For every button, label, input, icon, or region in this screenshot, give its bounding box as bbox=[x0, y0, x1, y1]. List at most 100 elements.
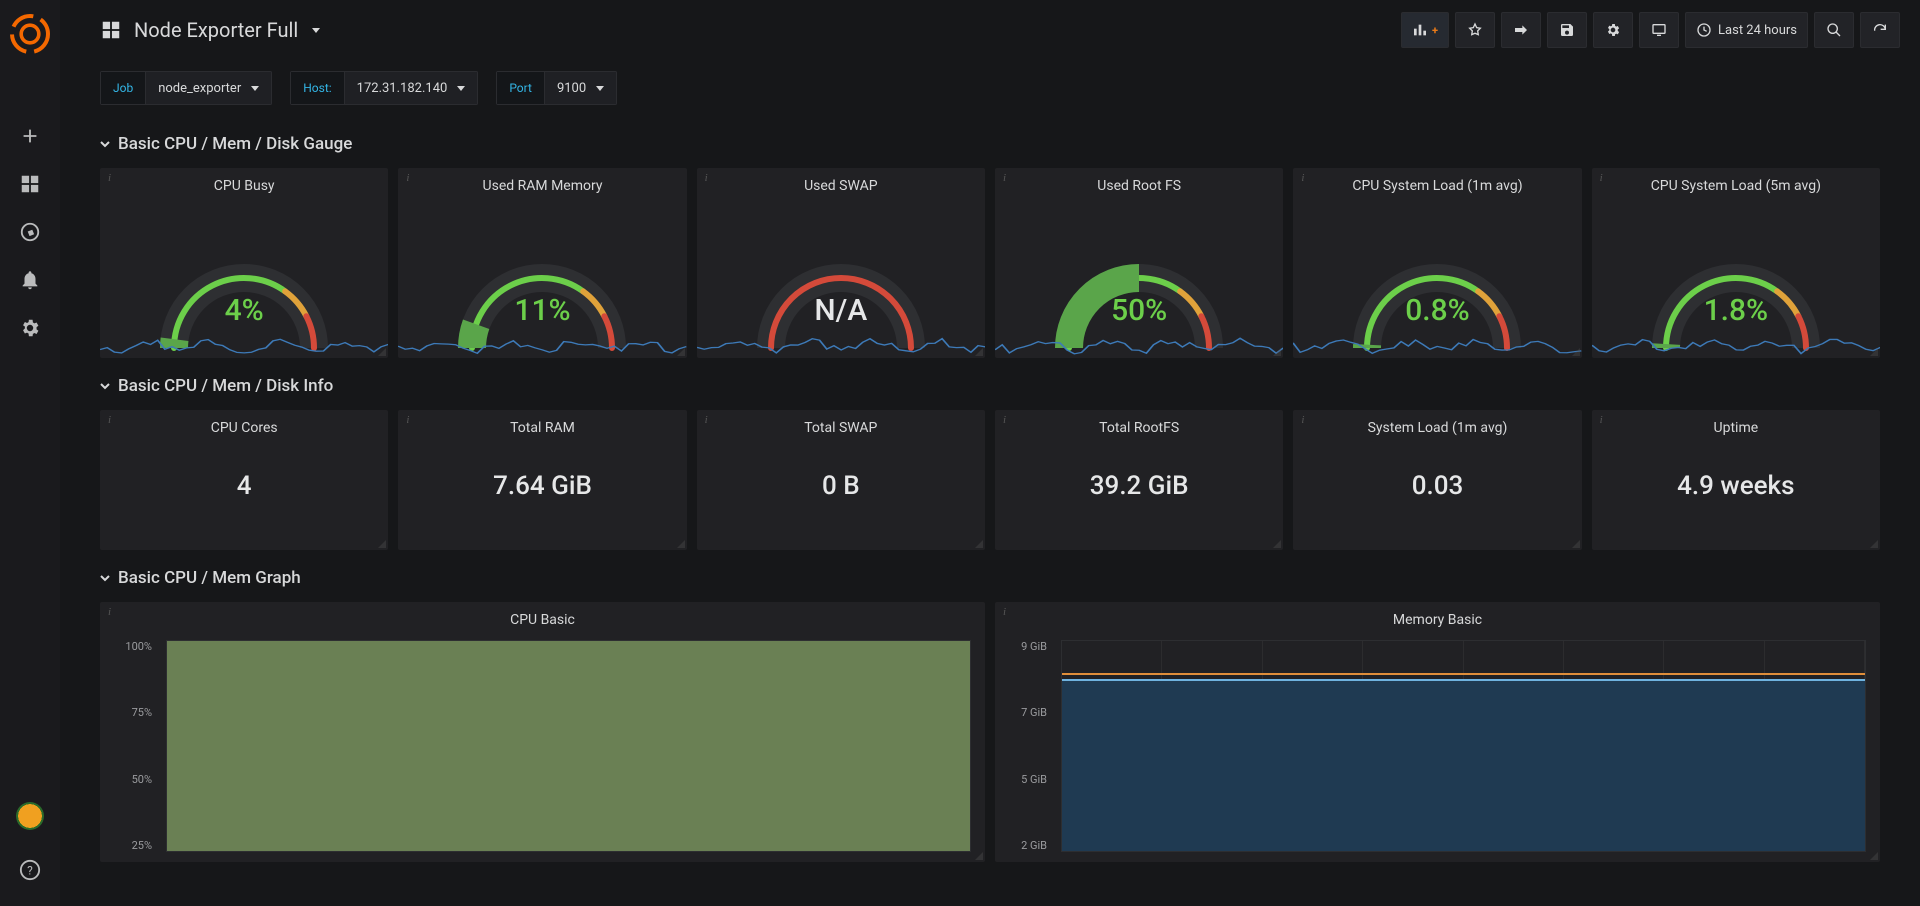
panel-cpu-basic[interactable]: i CPU Basic 100% 75% 50% 25% bbox=[100, 602, 985, 862]
panel-title: Used SWAP bbox=[697, 168, 985, 200]
user-avatar[interactable] bbox=[16, 802, 44, 830]
dashboard-title: Node Exporter Full bbox=[134, 18, 298, 42]
dashboard-title-dropdown[interactable]: Node Exporter Full bbox=[100, 18, 320, 42]
row-header-gauges[interactable]: Basic CPU / Mem / Disk Gauge bbox=[100, 134, 1880, 154]
panel-info-icon[interactable]: i bbox=[108, 172, 111, 184]
panel-stat[interactable]: i System Load (1m avg) 0.03 bbox=[1293, 410, 1581, 550]
var-port: Port 9100 bbox=[496, 71, 617, 105]
star-button[interactable] bbox=[1455, 12, 1495, 48]
save-button[interactable] bbox=[1547, 12, 1587, 48]
panel-title: CPU Cores bbox=[100, 410, 388, 442]
panel-info-icon[interactable]: i bbox=[406, 172, 409, 184]
create-icon[interactable] bbox=[0, 112, 60, 160]
topbar: Node Exporter Full + L bbox=[60, 0, 1920, 60]
var-job-label: Job bbox=[100, 71, 146, 105]
stat-value: 39.2 GiB bbox=[995, 471, 1283, 501]
panel-stat[interactable]: i Uptime 4.9 weeks bbox=[1592, 410, 1880, 550]
plus-badge-icon: + bbox=[1432, 24, 1438, 37]
panel-info-icon[interactable]: i bbox=[1003, 606, 1006, 618]
time-range-button[interactable]: Last 24 hours bbox=[1685, 12, 1808, 48]
chevron-down-icon bbox=[596, 86, 604, 91]
panel-info-icon[interactable]: i bbox=[1003, 172, 1006, 184]
panel-info-icon[interactable]: i bbox=[108, 606, 111, 618]
panel-title: CPU Busy bbox=[100, 168, 388, 200]
share-button[interactable] bbox=[1501, 12, 1541, 48]
resize-handle[interactable] bbox=[1868, 346, 1878, 356]
panel-gauge[interactable]: i Used SWAP N/A bbox=[697, 168, 985, 358]
panel-title: Memory Basic bbox=[995, 602, 1880, 634]
resize-handle[interactable] bbox=[1271, 346, 1281, 356]
panel-stat[interactable]: i CPU Cores 4 bbox=[100, 410, 388, 550]
panel-gauge[interactable]: i CPU System Load (1m avg) 0.8% bbox=[1293, 168, 1581, 358]
var-job-select[interactable]: node_exporter bbox=[146, 71, 272, 105]
resize-handle[interactable] bbox=[376, 538, 386, 548]
refresh-button[interactable] bbox=[1860, 12, 1900, 48]
alerting-icon[interactable] bbox=[0, 256, 60, 304]
configuration-icon[interactable] bbox=[0, 304, 60, 352]
y-tick: 100% bbox=[110, 640, 152, 653]
resize-handle[interactable] bbox=[675, 538, 685, 548]
resize-handle[interactable] bbox=[973, 538, 983, 548]
var-host: Host: 172.31.182.140 bbox=[290, 71, 478, 105]
plot-area[interactable] bbox=[166, 640, 971, 852]
panel-title: Used RAM Memory bbox=[398, 168, 686, 200]
panel-info-icon[interactable]: i bbox=[705, 414, 708, 426]
panel-info-icon[interactable]: i bbox=[1301, 414, 1304, 426]
panel-stat[interactable]: i Total SWAP 0 B bbox=[697, 410, 985, 550]
y-tick: 7 GiB bbox=[1005, 706, 1047, 719]
panel-title: CPU Basic bbox=[100, 602, 985, 634]
resize-handle[interactable] bbox=[1570, 538, 1580, 548]
row-header-info[interactable]: Basic CPU / Mem / Disk Info bbox=[100, 376, 1880, 396]
panel-info-icon[interactable]: i bbox=[1600, 414, 1603, 426]
resize-handle[interactable] bbox=[1271, 538, 1281, 548]
resize-handle[interactable] bbox=[973, 346, 983, 356]
var-host-select[interactable]: 172.31.182.140 bbox=[345, 71, 479, 105]
chevron-down-icon bbox=[251, 86, 259, 91]
resize-handle[interactable] bbox=[376, 346, 386, 356]
y-tick: 75% bbox=[110, 706, 152, 719]
explore-icon[interactable] bbox=[0, 208, 60, 256]
plot-area[interactable] bbox=[1061, 640, 1866, 852]
y-tick: 25% bbox=[110, 839, 152, 852]
panel-info-icon[interactable]: i bbox=[1301, 172, 1304, 184]
stat-value: 0.03 bbox=[1293, 471, 1581, 501]
dashboards-icon[interactable] bbox=[0, 160, 60, 208]
panel-memory-basic[interactable]: i Memory Basic 9 GiB7 GiB5 GiB2 GiB bbox=[995, 602, 1880, 862]
panel-title: CPU System Load (5m avg) bbox=[1592, 168, 1880, 200]
template-variables-row: Job node_exporter Host: 172.31.182.140 P… bbox=[60, 60, 1920, 116]
panel-gauge[interactable]: i Used RAM Memory 11% bbox=[398, 168, 686, 358]
resize-handle[interactable] bbox=[973, 850, 983, 860]
help-icon[interactable]: ? bbox=[0, 846, 60, 894]
panel-info-icon[interactable]: i bbox=[705, 172, 708, 184]
panel-stat[interactable]: i Total RAM 7.64 GiB bbox=[398, 410, 686, 550]
panel-title: System Load (1m avg) bbox=[1293, 410, 1581, 442]
panel-stat[interactable]: i Total RootFS 39.2 GiB bbox=[995, 410, 1283, 550]
grafana-logo[interactable] bbox=[10, 14, 50, 54]
row-header-graph[interactable]: Basic CPU / Mem Graph bbox=[100, 568, 1880, 588]
add-panel-button[interactable]: + bbox=[1401, 12, 1449, 48]
panel-gauge[interactable]: i CPU System Load (5m avg) 1.8% bbox=[1592, 168, 1880, 358]
panel-gauge[interactable]: i CPU Busy 4% bbox=[100, 168, 388, 358]
resize-handle[interactable] bbox=[675, 346, 685, 356]
var-port-label: Port bbox=[496, 71, 545, 105]
chevron-down-icon bbox=[457, 86, 465, 91]
chevron-down-icon bbox=[312, 28, 320, 33]
time-range-label: Last 24 hours bbox=[1718, 23, 1797, 38]
resize-handle[interactable] bbox=[1868, 850, 1878, 860]
zoom-out-button[interactable] bbox=[1814, 12, 1854, 48]
y-tick: 50% bbox=[110, 773, 152, 786]
panel-info-icon[interactable]: i bbox=[108, 414, 111, 426]
view-mode-button[interactable] bbox=[1639, 12, 1679, 48]
panel-info-icon[interactable]: i bbox=[1003, 414, 1006, 426]
panel-title: Uptime bbox=[1592, 410, 1880, 442]
panel-title: Total RAM bbox=[398, 410, 686, 442]
resize-handle[interactable] bbox=[1570, 346, 1580, 356]
panel-info-icon[interactable]: i bbox=[1600, 172, 1603, 184]
var-port-select[interactable]: 9100 bbox=[545, 71, 617, 105]
y-tick: 2 GiB bbox=[1005, 839, 1047, 852]
gauge: 50% bbox=[995, 218, 1283, 358]
resize-handle[interactable] bbox=[1868, 538, 1878, 548]
panel-gauge[interactable]: i Used Root FS 50% bbox=[995, 168, 1283, 358]
settings-button[interactable] bbox=[1593, 12, 1633, 48]
panel-info-icon[interactable]: i bbox=[406, 414, 409, 426]
